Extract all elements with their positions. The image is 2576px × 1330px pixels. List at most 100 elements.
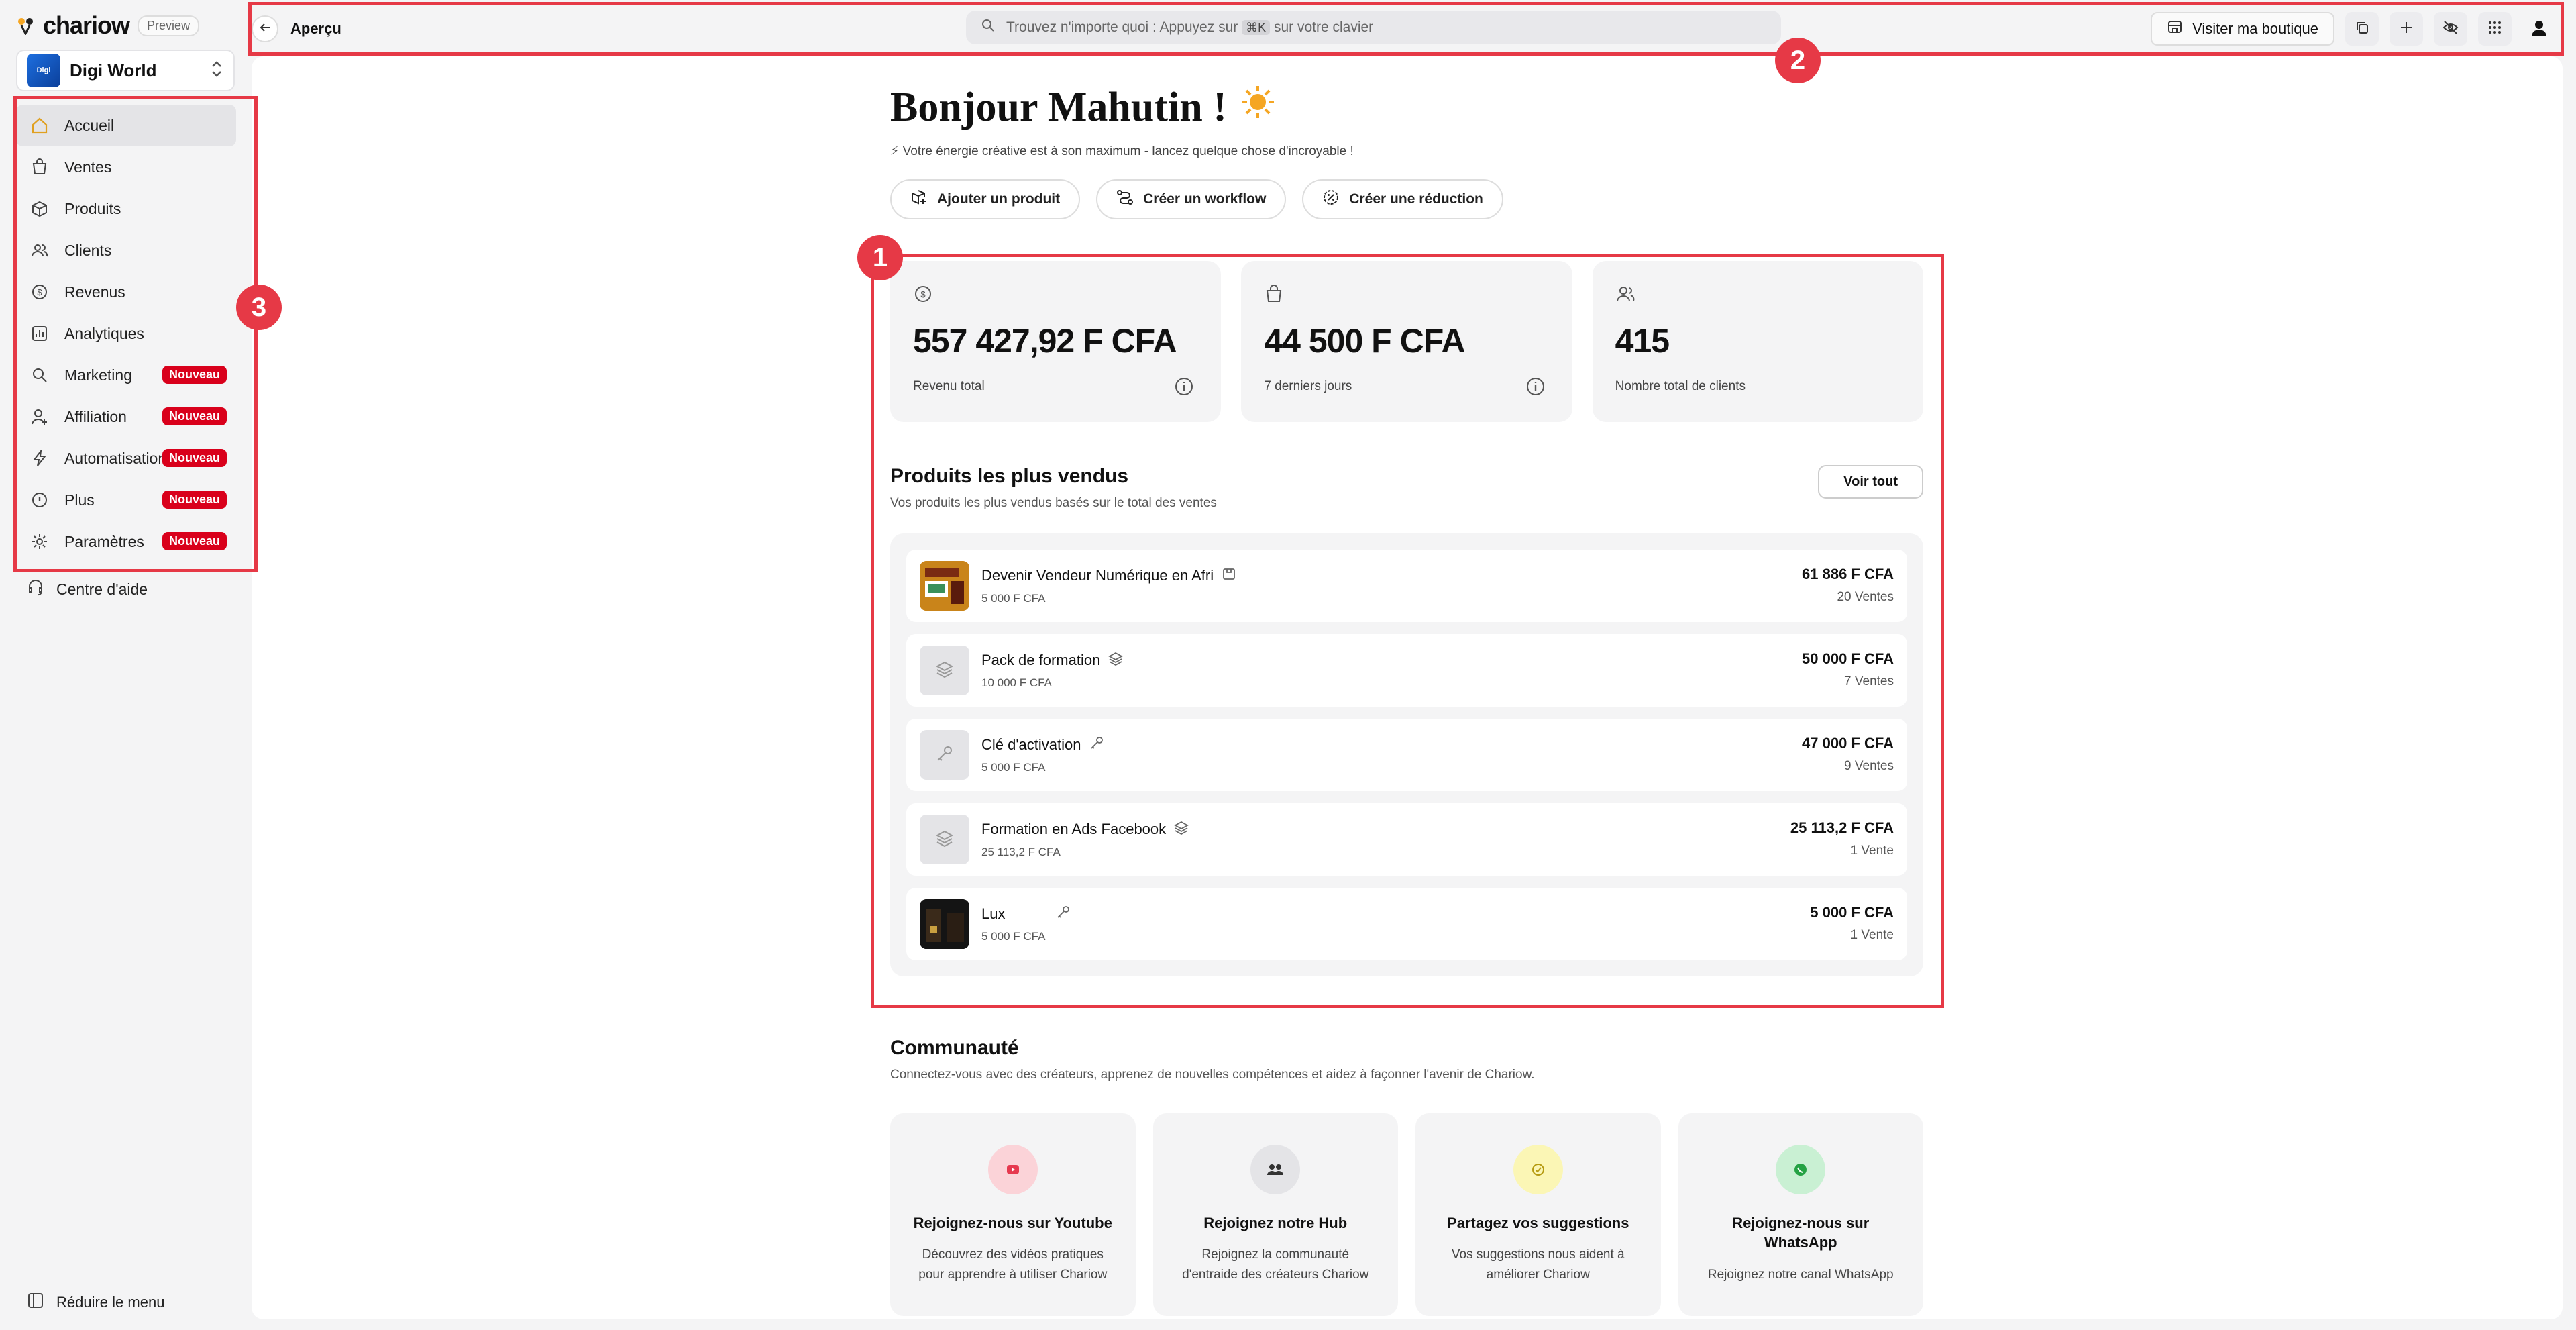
product-row[interactable]: Pack de formation 10 000 F CFA 50 000 F … [906,634,1907,707]
greeting-text: Bonjour Mahutin ! [890,84,1227,130]
add-product-button[interactable]: Ajouter un produit [890,179,1081,219]
sidebar-item-produits[interactable]: Produits [16,188,236,229]
sidebar-item-label: Paramètres [64,532,144,550]
info-icon[interactable] [1525,376,1546,400]
collapse-menu-button[interactable]: Réduire le menu [27,1292,164,1313]
card-title: Rejoignez notre Hub [1203,1214,1348,1231]
product-price: 5 000 F CFA [981,761,1046,774]
sidebar-item-parametres[interactable]: Paramètres Nouveau [16,521,236,562]
copy-button[interactable] [2345,12,2379,46]
product-name: Clé d'activation [981,735,1104,754]
community-cards: Rejoignez-nous sur Youtube Découvrez des… [890,1113,1923,1316]
apps-button[interactable] [2478,12,2512,46]
product-name-text: Pack de formation [981,652,1101,668]
stat-value: 415 [1615,322,1670,360]
plus-icon [2399,20,2414,38]
whatsapp-icon [1776,1144,1826,1194]
sidebar-item-label: Automatisation [64,449,167,467]
community-card-youtube[interactable]: Rejoignez-nous sur Youtube Découvrez des… [890,1113,1136,1316]
product-totals: 47 000 F CFA 9 Ventes [1802,735,1894,774]
product-info: Devenir Vendeur Numérique en Afri 5 000 … [981,566,1236,605]
info-icon[interactable] [1174,376,1194,400]
sidebar-item-plus[interactable]: Plus Nouveau [16,479,236,521]
hide-values-button[interactable] [2434,12,2467,46]
chariow-logo-icon [16,16,35,36]
create-discount-button[interactable]: Créer une réduction [1302,179,1503,219]
package-icon [1222,566,1236,585]
sidebar-item-accueil[interactable]: Accueil [16,105,236,146]
sidebar-item-analytiques[interactable]: Analytiques [16,313,236,354]
product-name: Devenir Vendeur Numérique en Afri [981,566,1236,585]
product-thumbnail [920,646,969,695]
product-row[interactable]: Clé d'activation 5 000 F CFA 47 000 F CF… [906,719,1907,791]
stat-label: 7 derniers jours [1264,379,1352,393]
product-row[interactable]: Formation en Ads Facebook 25 113,2 F CFA… [906,803,1907,876]
annotation-marker-2: 2 [1775,38,1821,83]
sidebar-item-label: Plus [64,491,95,509]
user-avatar[interactable] [2522,12,2556,46]
product-row[interactable]: Lux 5 000 F CFA 5 000 F CFA 1 Vente [906,888,1907,960]
product-sales: 1 Vente [1850,928,1894,942]
stat-value: 44 500 F CFA [1264,322,1465,360]
create-workflow-button[interactable]: Créer un workflow [1096,179,1287,219]
sidebar-item-affiliation[interactable]: Affiliation Nouveau [16,396,236,438]
section-title: Produits les plus vendus [890,465,1129,487]
key-icon [1089,735,1104,754]
product-total: 50 000 F CFA [1802,650,1894,667]
new-badge: Nouveau [162,407,227,425]
sidebar-item-automatisation[interactable]: Automatisation Nouveau [16,438,236,479]
layers-icon [935,829,954,851]
sidebar-item-revenus[interactable]: $ Revenus [16,271,236,313]
product-sales: 7 Ventes [1844,674,1894,688]
chevron-updown-icon [209,59,224,83]
stat-value: 557 427,92 F CFA [913,322,1177,360]
product-total: 47 000 F CFA [1802,735,1894,752]
card-description: Découvrez des vidéos pratiques pour appr… [918,1247,1108,1282]
community-card-hub[interactable]: Rejoignez notre Hub Rejoignez la communa… [1152,1113,1398,1316]
greeting-subtitle: ⚡ Votre énergie créative est à son maxim… [890,144,1354,158]
product-info: Pack de formation 10 000 F CFA [981,651,1124,690]
card-description: Vos suggestions nous aident à améliorer … [1451,1247,1625,1282]
product-thumbnail [920,899,969,949]
package-plus-icon [910,189,928,210]
annotation-marker-3: 3 [236,285,282,330]
product-name-text: Lux [981,905,1006,922]
arrow-left-icon [258,21,272,38]
stat-label: Nombre total de clients [1615,379,1746,393]
product-totals: 50 000 F CFA 7 Ventes [1802,650,1894,689]
see-all-button[interactable]: Voir tout [1818,465,1923,499]
gear-icon [30,531,50,552]
svg-text:$: $ [37,287,42,297]
back-button[interactable] [252,15,278,42]
brand[interactable]: chariow Preview [16,11,200,39]
product-name: Formation en Ads Facebook [981,820,1189,839]
add-button[interactable] [2390,12,2423,46]
stat-card-total-revenue: $ 557 427,92 F CFA Revenu total [890,261,1222,422]
sidebar-item-marketing[interactable]: Marketing Nouveau [16,354,236,396]
new-badge: Nouveau [162,366,227,384]
suggestion-icon [1513,1144,1563,1194]
product-total: 25 113,2 F CFA [1790,819,1894,836]
community-card-suggestions[interactable]: Partagez vos suggestions Vos suggestions… [1415,1113,1661,1316]
search-input[interactable]: Trouvez n'importe quoi : Appuyez sur ⌘K … [966,11,1781,44]
product-price: 25 113,2 F CFA [981,846,1061,858]
shortcut-key: ⌘K [1242,20,1271,35]
search-icon [981,18,996,37]
sidebar-item-clients[interactable]: Clients [16,229,236,271]
product-row[interactable]: Devenir Vendeur Numérique en Afri 5 000 … [906,550,1907,622]
product-thumbnail [920,815,969,864]
stats-row: $ 557 427,92 F CFA Revenu total 44 500 F… [890,261,1923,422]
store-switcher[interactable]: Digi Digi World [16,50,235,91]
page-title: Aperçu [290,20,341,37]
visit-store-button[interactable]: Visiter ma boutique [2151,12,2334,46]
sidebar-item-ventes[interactable]: Ventes [16,146,236,188]
product-name-text: Devenir Vendeur Numérique en Afri [981,567,1214,584]
info-icon [30,490,50,510]
chart-icon [30,323,50,344]
community-card-whatsapp[interactable]: Rejoignez-nous sur WhatsApp Rejoignez no… [1678,1113,1923,1316]
sidebar-nav: Accueil Ventes Produits Clients $ Revenu… [16,105,236,562]
help-center-link[interactable]: Centre d'aide [27,578,148,600]
product-info: Clé d'activation 5 000 F CFA [981,735,1104,774]
card-description: Rejoignez la communauté d'entraide des c… [1182,1247,1369,1282]
help-center-label: Centre d'aide [56,580,148,598]
